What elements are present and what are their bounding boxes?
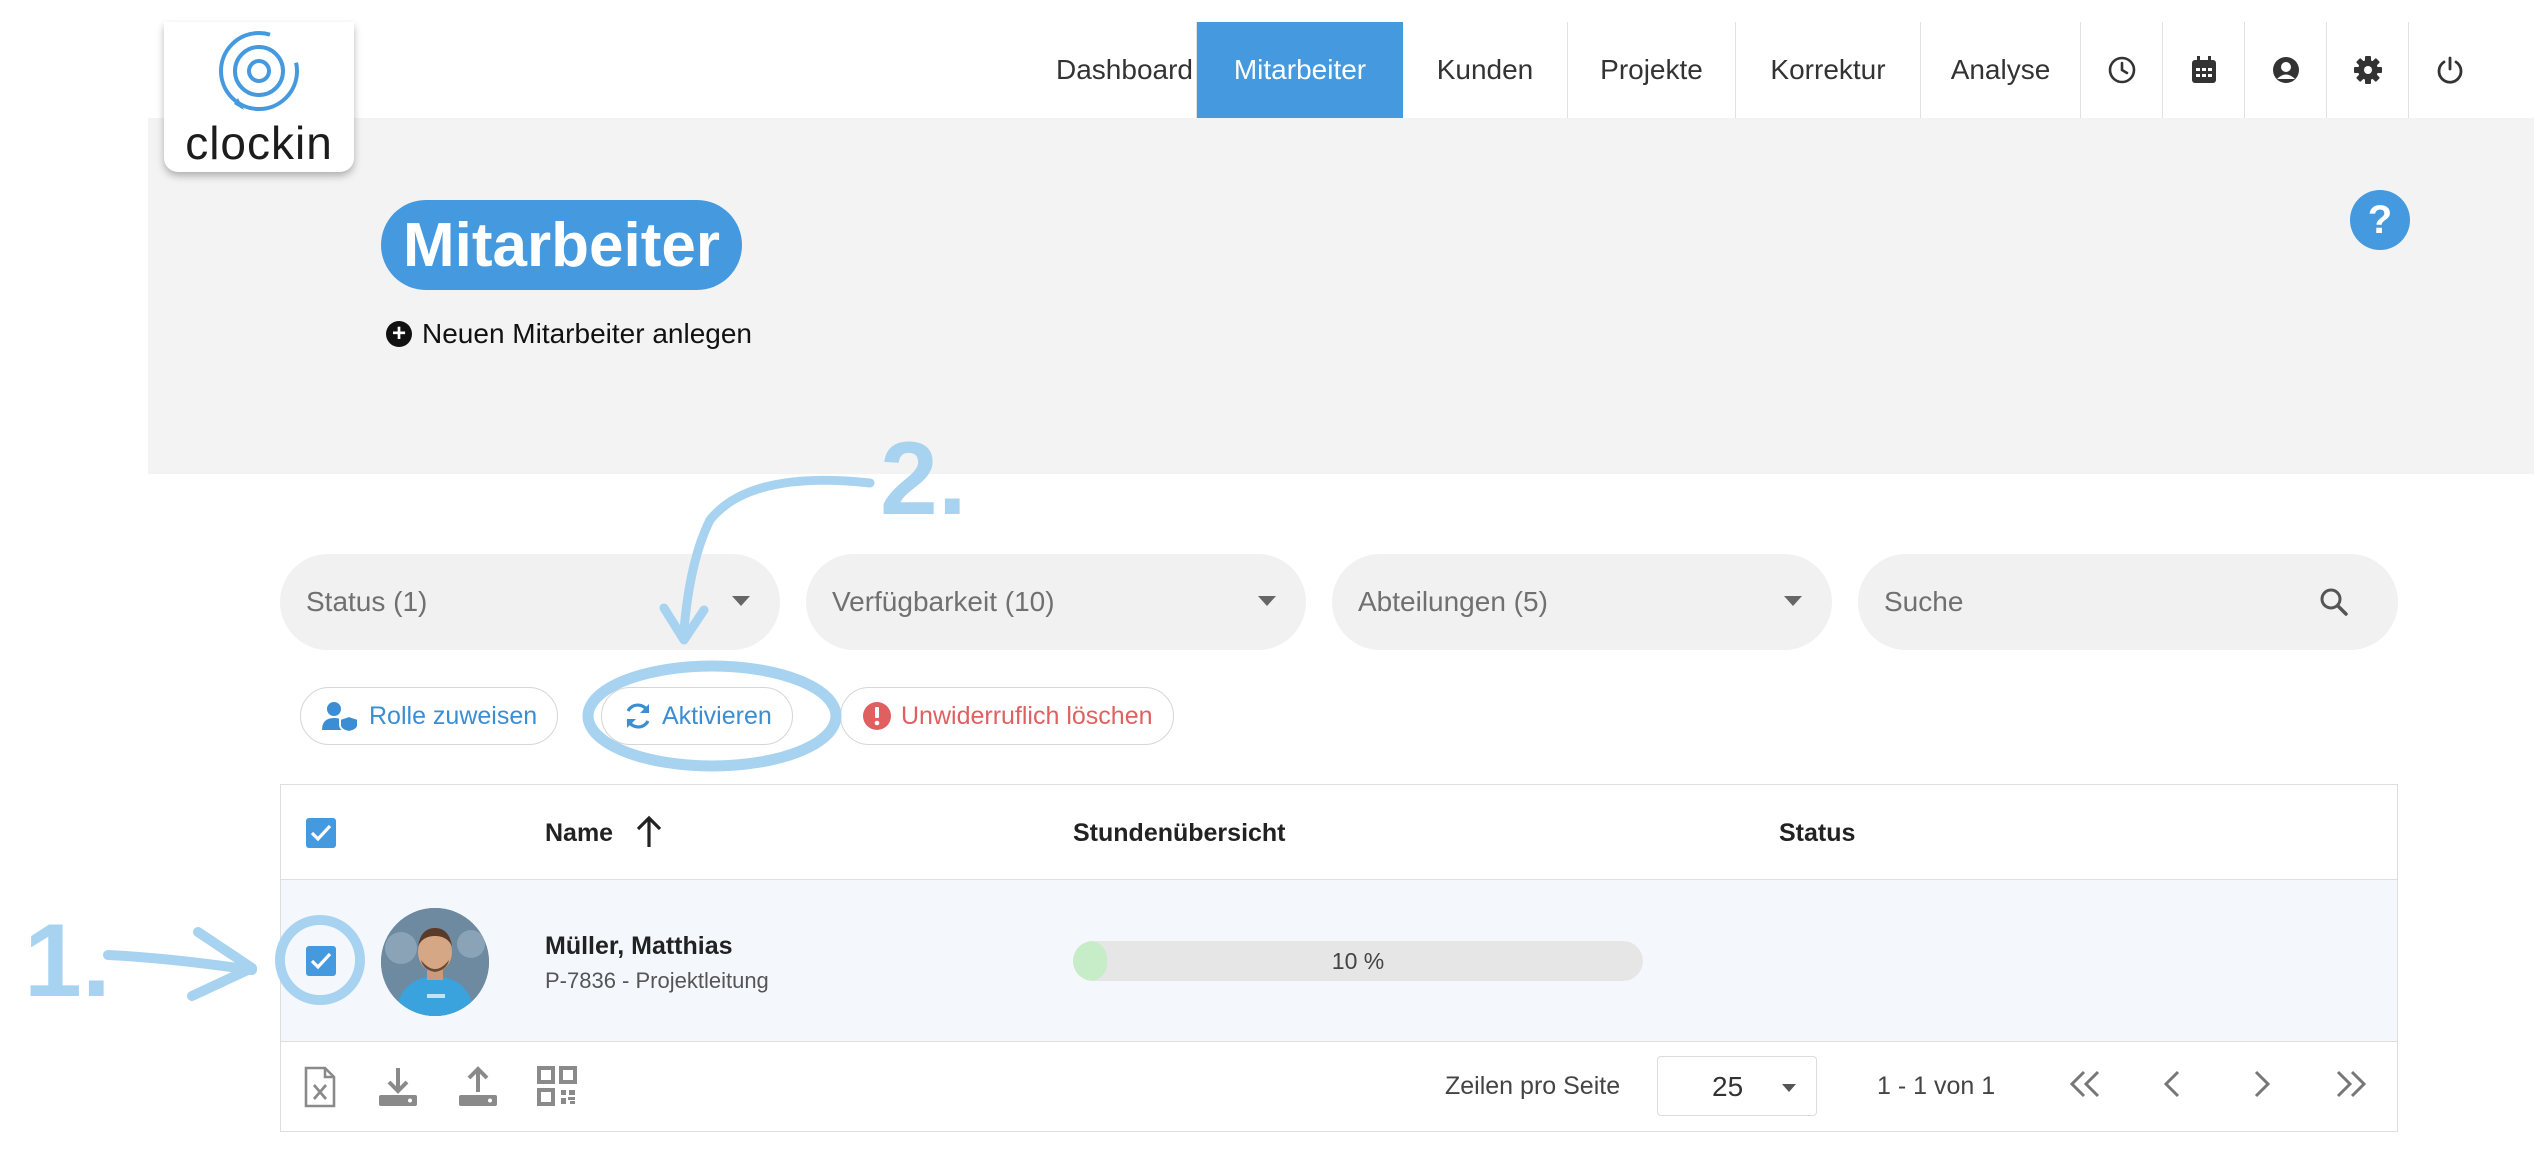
row-checkbox[interactable] [306, 946, 336, 976]
nav-korrektur[interactable]: Korrektur [1736, 22, 1921, 118]
page: clockin Dashboard Mitarbeiter Kunden Pro… [0, 0, 2548, 1164]
rows-per-page-select[interactable]: 25 [1657, 1056, 1817, 1116]
qr-code-icon[interactable] [537, 1066, 577, 1111]
main-nav: Dashboard Mitarbeiter Kunden Projekte Ko… [1053, 22, 2491, 118]
column-name-label: Name [545, 819, 614, 847]
user-circle-icon[interactable] [2245, 22, 2327, 118]
sort-ascending-icon [636, 815, 662, 847]
page-title: Mitarbeiter [381, 200, 742, 290]
departments-filter-label: Abteilungen (5) [1358, 586, 1548, 617]
assign-role-button[interactable]: Rolle zuweisen [300, 687, 559, 745]
status-filter-label: Status (1) [306, 586, 428, 617]
table-footer: Zeilen pro Seite 25 1 - 1 von 1 [281, 1042, 2397, 1132]
column-name[interactable]: Name [545, 815, 662, 848]
employee-name[interactable]: Müller, Matthias [545, 932, 733, 961]
annotation-step-1: 1. [24, 903, 111, 1019]
new-employee-label: Neuen Mitarbeiter anlegen [422, 318, 752, 349]
next-page-icon[interactable] [2241, 1064, 2281, 1109]
previous-page-icon[interactable] [2153, 1064, 2193, 1109]
annotation-arrow-1 [103, 950, 257, 975]
pagination-range: 1 - 1 von 1 [1877, 1072, 1996, 1100]
nav-projekte[interactable]: Projekte [1568, 22, 1736, 118]
alert-icon [861, 700, 893, 732]
first-page-icon[interactable] [2065, 1064, 2105, 1109]
hours-progress-label: 10 % [1331, 947, 1385, 974]
help-button[interactable]: ? [2350, 190, 2410, 250]
status-filter[interactable]: Status (1) [280, 554, 780, 650]
search-input[interactable]: Suche [1858, 554, 2398, 650]
employee-table: Name Stundenübersicht Status Müller, Mat… [280, 784, 2398, 1132]
annotation-arrowhead-1 [187, 927, 257, 1001]
hours-progress-bar: 10 % [1073, 941, 1643, 981]
user-shield-icon [321, 700, 361, 732]
rows-per-page-label: Zeilen pro Seite [1445, 1072, 1621, 1100]
availability-filter-label: Verfügbarkeit (10) [832, 586, 1055, 617]
chevron-down-icon [732, 596, 750, 606]
chevron-down-icon [1782, 1084, 1796, 1092]
search-icon[interactable] [2318, 586, 2350, 625]
power-icon[interactable] [2409, 22, 2491, 118]
rows-per-page-value: 25 [1712, 1071, 1744, 1102]
chevron-down-icon [1258, 596, 1276, 606]
availability-filter[interactable]: Verfügbarkeit (10) [806, 554, 1306, 650]
nav-dashboard[interactable]: Dashboard [1053, 22, 1197, 118]
new-employee-link[interactable]: + Neuen Mitarbeiter anlegen [386, 318, 752, 350]
nav-analyse[interactable]: Analyse [1921, 22, 2081, 118]
delete-permanently-button[interactable]: Unwiderruflich löschen [840, 687, 1174, 745]
departments-filter[interactable]: Abteilungen (5) [1332, 554, 1832, 650]
plus-circle-icon: + [386, 321, 412, 347]
chevron-down-icon [1784, 596, 1802, 606]
avatar [381, 908, 489, 1016]
column-hours[interactable]: Stundenübersicht [1073, 819, 1286, 848]
select-all-checkbox[interactable] [306, 818, 336, 848]
search-placeholder: Suche [1884, 586, 1964, 617]
logo-text: clockin [185, 117, 333, 169]
column-status[interactable]: Status [1779, 819, 1855, 848]
excel-export-icon[interactable] [303, 1066, 337, 1113]
table-header: Name Stundenübersicht Status [281, 785, 2397, 880]
activate-label: Aktivieren [662, 701, 772, 730]
table-row[interactable]: Müller, Matthias P-7836 - Projektleitung… [281, 880, 2397, 1042]
download-icon[interactable] [377, 1066, 419, 1113]
gear-icon[interactable] [2327, 22, 2409, 118]
activate-button[interactable]: Aktivieren [601, 687, 793, 745]
last-page-icon[interactable] [2331, 1064, 2371, 1109]
calendar-icon[interactable] [2163, 22, 2245, 118]
logo[interactable]: clockin [164, 22, 354, 172]
refresh-icon [622, 700, 654, 732]
nav-kunden[interactable]: Kunden [1403, 22, 1568, 118]
annotation-step-2: 2. [880, 421, 967, 537]
nav-mitarbeiter[interactable]: Mitarbeiter [1197, 22, 1403, 118]
delete-label: Unwiderruflich löschen [901, 701, 1153, 730]
employee-subtitle: P-7836 - Projektleitung [545, 968, 769, 993]
clock-icon[interactable] [2081, 22, 2163, 118]
upload-icon[interactable] [457, 1066, 499, 1113]
assign-role-label: Rolle zuweisen [369, 701, 538, 730]
header-band [148, 118, 2534, 474]
clockin-logo-icon [219, 31, 299, 111]
